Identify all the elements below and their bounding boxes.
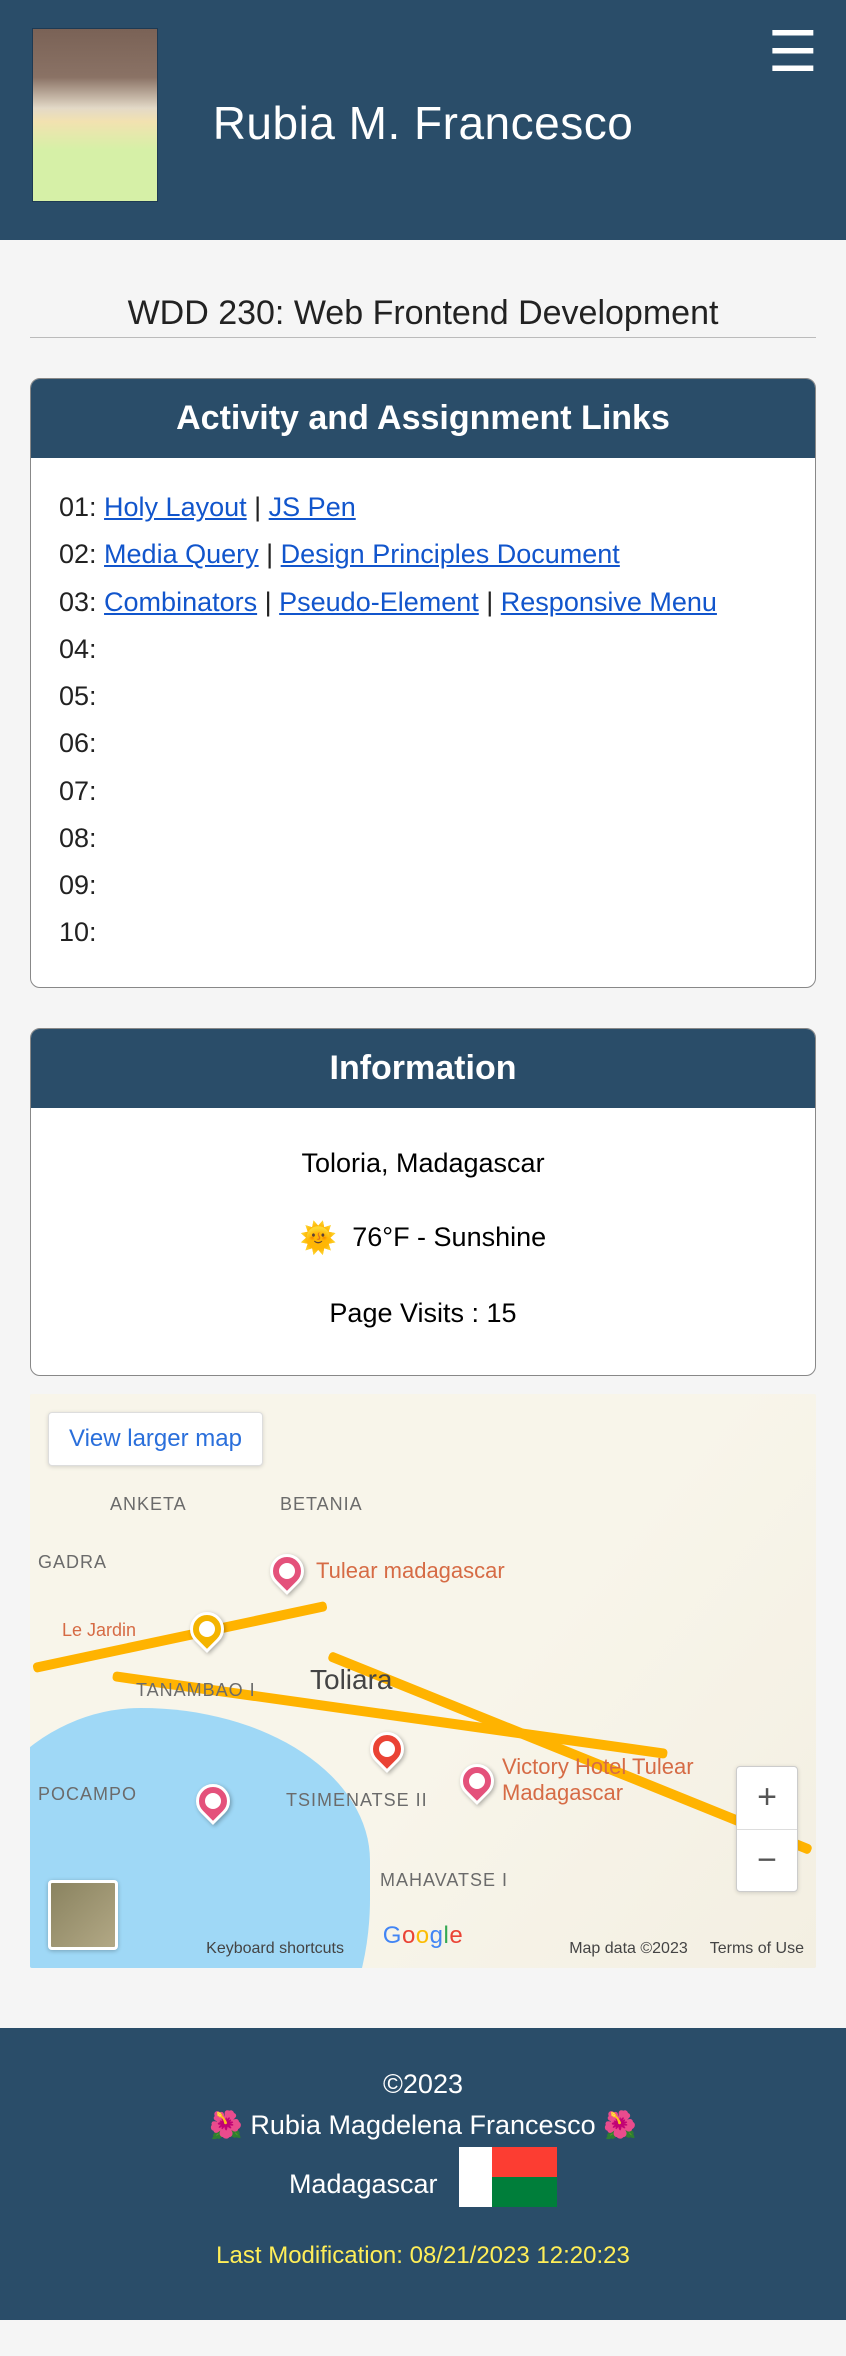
site-header: Rubia M. Francesco ☰ [0, 0, 846, 240]
footer-name-line: 🌺 Rubia Magdelena Francesco 🌺 [20, 2105, 826, 2147]
info-card-header: Information [31, 1029, 815, 1108]
map-area-label: GADRA [38, 1552, 107, 1573]
links-card: Activity and Assignment Links 01: Holy L… [30, 378, 816, 988]
row-number: 02: [59, 539, 104, 569]
keyboard-shortcuts-link[interactable]: Keyboard shortcuts [206, 1940, 344, 1958]
map-area-label: TANAMBAO I [136, 1680, 256, 1701]
sun-icon: 🌞 [300, 1222, 337, 1255]
link-list-row: 03: Combinators | Pseudo-Element | Respo… [59, 579, 787, 626]
weather-text: 76°F - Sunshine [352, 1222, 546, 1252]
row-number: 06: [59, 728, 97, 758]
link-list-row: 09: [59, 862, 787, 909]
assignment-link[interactable]: Pseudo-Element [279, 587, 479, 617]
map-area-label: TSIMENATSE II [286, 1790, 428, 1811]
assignment-link[interactable]: Combinators [104, 587, 257, 617]
footer-country-line: Madagascar [20, 2147, 826, 2207]
assignment-link[interactable]: Design Principles Document [281, 539, 620, 569]
info-visits: Page Visits : 15 [41, 1298, 805, 1329]
map-footer: Keyboard shortcuts Map data ©2023 Terms … [569, 1940, 804, 1958]
map-poi-label[interactable]: Le Jardin [62, 1620, 136, 1641]
hamburger-menu-button[interactable]: ☰ [768, 32, 818, 72]
link-list-row: 06: [59, 720, 787, 767]
links-card-header: Activity and Assignment Links [31, 379, 815, 458]
hamburger-icon: ☰ [768, 32, 818, 72]
zoom-out-button[interactable]: − [737, 1829, 797, 1891]
site-title: Rubia M. Francesco [0, 96, 846, 150]
map-data-label: Map data ©2023 [569, 1940, 688, 1958]
map-area-label: ANKETA [110, 1494, 187, 1515]
link-list-row: 01: Holy Layout | JS Pen [59, 484, 787, 531]
map-area-label: MAHAVATSE I [380, 1870, 508, 1891]
map-satellite-toggle[interactable] [48, 1880, 118, 1950]
assignment-link[interactable]: JS Pen [269, 492, 356, 522]
info-weather: 🌞 76°F - Sunshine [41, 1221, 805, 1256]
course-title: WDD 230: Web Frontend Development [30, 294, 816, 338]
info-card: Information Toloria, Madagascar 🌞 76°F -… [30, 1028, 816, 1376]
map-city-label: Toliara [310, 1664, 392, 1696]
row-number: 07: [59, 776, 97, 806]
assignment-link[interactable]: Holy Layout [104, 492, 247, 522]
map-area-label: POCAMPO [38, 1784, 137, 1805]
map-poi-label[interactable]: Tulear madagascar [316, 1558, 505, 1584]
row-number: 05: [59, 681, 97, 711]
row-number: 01: [59, 492, 104, 522]
assignment-link[interactable]: Media Query [104, 539, 259, 569]
row-number: 10: [59, 917, 97, 947]
assignment-link[interactable]: Responsive Menu [501, 587, 717, 617]
terms-link[interactable]: Terms of Use [710, 1940, 804, 1958]
link-list-row: 04: [59, 626, 787, 673]
link-list-row: 07: [59, 768, 787, 815]
view-larger-map-button[interactable]: View larger map [48, 1412, 263, 1466]
hibiscus-icon: 🌺 [603, 2110, 637, 2140]
madagascar-flag-icon [459, 2147, 557, 2207]
info-location: Toloria, Madagascar [41, 1148, 805, 1179]
row-number: 04: [59, 634, 97, 664]
footer-copyright: ©2023 [20, 2064, 826, 2106]
row-number: 09: [59, 870, 97, 900]
row-number: 08: [59, 823, 97, 853]
link-list-row: 02: Media Query | Design Principles Docu… [59, 531, 787, 578]
row-number: 03: [59, 587, 104, 617]
google-logo: Google [383, 1922, 463, 1950]
map[interactable]: View larger map ANKETA BETANIA GADRA TAN… [30, 1394, 816, 1968]
map-zoom-controls: + − [736, 1766, 798, 1892]
link-list-row: 08: [59, 815, 787, 862]
zoom-in-button[interactable]: + [737, 1767, 797, 1829]
map-area-label: BETANIA [280, 1494, 363, 1515]
link-list-row: 10: [59, 909, 787, 956]
hibiscus-icon: 🌺 [209, 2110, 243, 2140]
site-footer: ©2023 🌺 Rubia Magdelena Francesco 🌺 Mada… [0, 2028, 846, 2321]
link-list-row: 05: [59, 673, 787, 720]
link-list: 01: Holy Layout | JS Pen02: Media Query … [59, 484, 787, 957]
footer-last-modified: Last Modification: 08/21/2023 12:20:23 [20, 2237, 826, 2274]
